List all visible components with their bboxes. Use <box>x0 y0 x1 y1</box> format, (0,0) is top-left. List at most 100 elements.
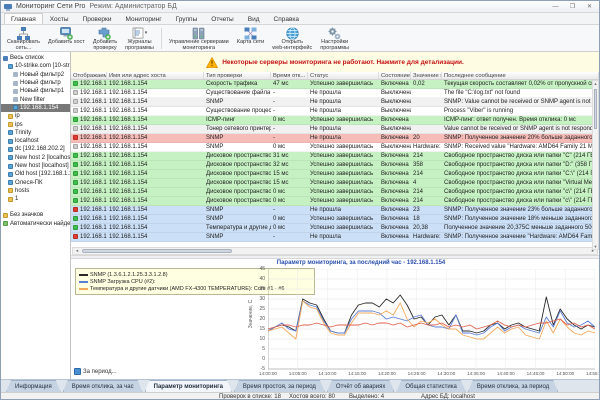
net-icon <box>3 56 8 61</box>
table-row[interactable]: 192.168.1.154192.168.1.154Температура и … <box>71 224 599 233</box>
checks-table-header: Отображаем...Имя или адрес хостаТип пров… <box>71 72 599 80</box>
column-header-2[interactable]: Тип проверки <box>204 72 271 79</box>
table-row[interactable]: 192.168.1.154192.168.1.154SNMP0 мсУспешн… <box>71 143 599 152</box>
table-row[interactable]: 192.168.1.154192.168.1.154Дисковое прост… <box>71 170 599 179</box>
sidebar-item-17[interactable]: 1 <box>1 195 70 203</box>
toolbar-button-3[interactable]: ▾Журналы программы <box>121 26 158 51</box>
check-status-icon <box>73 207 78 212</box>
check-status-icon <box>73 126 78 131</box>
minimize-button[interactable]: — <box>549 2 562 11</box>
column-header-1[interactable]: Имя или адрес хоста <box>107 72 204 79</box>
toolbar-button-1[interactable]: Добавить хост <box>44 26 89 51</box>
menu-tab-5[interactable]: Отчеты <box>204 13 240 24</box>
cell-response-time: 0 мс <box>271 116 308 124</box>
check-status-icon <box>73 144 78 149</box>
sidebar-item-2[interactable]: Новый фильтр2 <box>1 71 70 79</box>
menu-tab-0[interactable]: Главная <box>4 13 43 24</box>
bottom-tab-1[interactable]: Время отклика, за час <box>63 380 143 392</box>
cell-last-message: Value cannot be received or SNMP agent i… <box>442 125 599 133</box>
column-header-4[interactable]: Статус <box>308 72 379 79</box>
cell-check-type: Дисковое пространство <box>204 188 271 196</box>
table-row[interactable]: 192.168.1.154192.168.1.154SNMP-Не прошла… <box>71 206 599 215</box>
cell-response-time: 0 мс <box>271 215 308 223</box>
table-row[interactable]: 192.168.1.154192.168.1.154SNMP-Не прошла… <box>71 233 599 242</box>
cell-display-name: 192.168.1.154 <box>71 89 107 97</box>
column-header-6[interactable]: Значение парамет... <box>411 72 442 79</box>
menu-tab-3[interactable]: Мониторинг <box>119 13 169 24</box>
menu-tab-7[interactable]: Справка <box>267 13 307 24</box>
scrollbar-thumb[interactable] <box>594 89 597 129</box>
cell-display-name: 192.168.1.154 <box>71 188 107 196</box>
dropdown-arrow-icon[interactable]: ▾ <box>145 31 148 37</box>
cell-state: Включена <box>379 161 411 169</box>
table-row[interactable]: 192.168.1.154192.168.1.154Дисковое прост… <box>71 152 599 161</box>
cell-display-name: 192.168.1.154 <box>71 80 107 88</box>
toolbar-button-6[interactable]: Открыть web-интерфейс <box>268 26 316 51</box>
sidebar-item-3[interactable]: Новый фильтр <box>1 79 70 87</box>
cell-state: Включена <box>379 206 411 214</box>
sidebar-item-4[interactable]: Новый фильтр1 <box>1 87 70 95</box>
bottom-tab-0[interactable]: Информация <box>6 380 61 392</box>
sidebar-item-19[interactable]: Без значков <box>1 211 70 219</box>
sidebar-item-20[interactable]: Автоматически найденные проверки <box>1 220 70 228</box>
column-header-3[interactable]: Время отк... <box>271 72 308 79</box>
table-row[interactable]: 192.168.1.154192.168.1.154Скорость трафи… <box>71 80 599 89</box>
column-header-0[interactable]: Отображаем... <box>71 72 107 79</box>
table-horizontal-scrollbar[interactable]: ◄ ► <box>72 247 598 255</box>
bottom-tab-2[interactable]: Параметр мониторинга <box>145 380 232 392</box>
table-row[interactable]: 192.168.1.154192.168.1.154Существование … <box>71 107 599 116</box>
sidebar-item-16[interactable]: hosts <box>1 187 70 195</box>
cell-last-message: SNMP: Полученное значение 18% меньше зад… <box>442 215 599 223</box>
toolbar-button-4[interactable]: Управление серверами мониторинга <box>165 26 233 51</box>
window-mode: Режим: Администратор БД <box>89 3 176 10</box>
host-icon <box>13 105 18 110</box>
scroll-down-icon[interactable]: ▼ <box>593 244 598 249</box>
sidebar-item-11[interactable]: dc [192.168.202.2] <box>1 145 70 153</box>
toolbar-button-5[interactable]: Карта сети <box>233 26 268 51</box>
column-header-5[interactable]: Состояние <box>379 72 411 79</box>
toolbar-button-0[interactable]: Сканировать сеть... <box>3 26 44 51</box>
host-icon <box>8 155 13 160</box>
scroll-up-icon[interactable]: ▲ <box>593 81 598 87</box>
sidebar-item-7[interactable]: ip <box>1 112 70 120</box>
table-row[interactable]: 192.168.1.154192.168.1.154Тонер сетевого… <box>71 125 599 134</box>
bottom-tab-6[interactable]: Время отклика, за период <box>468 380 558 392</box>
sidebar-item-15[interactable]: Олеся-ПК <box>1 178 70 186</box>
sidebar-item-5[interactable]: New filter <box>1 95 70 103</box>
table-row[interactable]: 192.168.1.154192.168.1.154SNMP0 мсУспешн… <box>71 215 599 224</box>
sidebar-item-13[interactable]: New host [localhost] <box>1 162 70 170</box>
sidebar-item-10[interactable]: localhost <box>1 137 70 145</box>
table-row[interactable]: 192.168.1.154192.168.1.154Дисковое прост… <box>71 179 599 188</box>
table-row[interactable]: 192.168.1.154192.168.1.154Дисковое прост… <box>71 188 599 197</box>
menu-tab-6[interactable]: Вид <box>241 13 267 24</box>
menu-tab-1[interactable]: Хосты <box>43 13 76 24</box>
bottom-tab-5[interactable]: Общая статистика <box>396 380 465 392</box>
warning-banner[interactable]: Некоторые серверы мониторинга не работаю… <box>71 52 599 72</box>
sidebar-item-8[interactable]: ips <box>1 120 70 128</box>
bottom-tab-3[interactable]: Время простоя, за период <box>234 380 325 392</box>
sidebar-item-1[interactable]: 10-strike.com [10-strike.com:1] <box>1 62 70 70</box>
period-button[interactable]: За период... <box>74 368 117 375</box>
sidebar-item-6[interactable]: 192.168.1.154 <box>1 104 70 112</box>
toolbar-button-7[interactable]: Настройки программы <box>316 26 353 51</box>
sidebar-item-0[interactable]: Весь список <box>1 54 70 62</box>
sidebar-item-14[interactable]: Old host [192.168.1.153] <box>1 170 70 178</box>
table-row[interactable]: 192.168.1.154192.168.1.154ICMP-пинг0 мсУ… <box>71 116 599 125</box>
table-row[interactable]: 192.168.1.154192.168.1.154Дисковое прост… <box>71 161 599 170</box>
bottom-tab-4[interactable]: Отчёт об авариях <box>327 380 394 392</box>
sidebar-item-12[interactable]: New host 2 [localhost] <box>1 154 70 162</box>
close-button[interactable]: ✕ <box>583 2 596 11</box>
menu-tab-4[interactable]: Группы <box>169 13 205 24</box>
scroll-left-icon[interactable]: ◄ <box>73 248 81 254</box>
table-row[interactable]: 192.168.1.154192.168.1.154Дисковое прост… <box>71 197 599 206</box>
table-row[interactable]: 192.168.1.154192.168.1.154SNMP-Не прошла… <box>71 134 599 143</box>
maximize-button[interactable]: ❐ <box>566 2 579 11</box>
column-header-7[interactable]: Последнее сообщение <box>442 72 599 79</box>
scrollbar-thumb[interactable] <box>82 249 232 253</box>
sidebar-item-9[interactable]: Trinity <box>1 129 70 137</box>
menu-tab-2[interactable]: Проверки <box>76 13 119 24</box>
table-row[interactable]: 192.168.1.154192.168.1.154SNMP-Не прошла… <box>71 98 599 107</box>
table-row[interactable]: 192.168.1.154192.168.1.154Существование … <box>71 89 599 98</box>
toolbar-button-2[interactable]: Добавить проверку <box>89 26 121 51</box>
table-vertical-scrollbar[interactable]: ▲ ▼ <box>592 80 599 250</box>
